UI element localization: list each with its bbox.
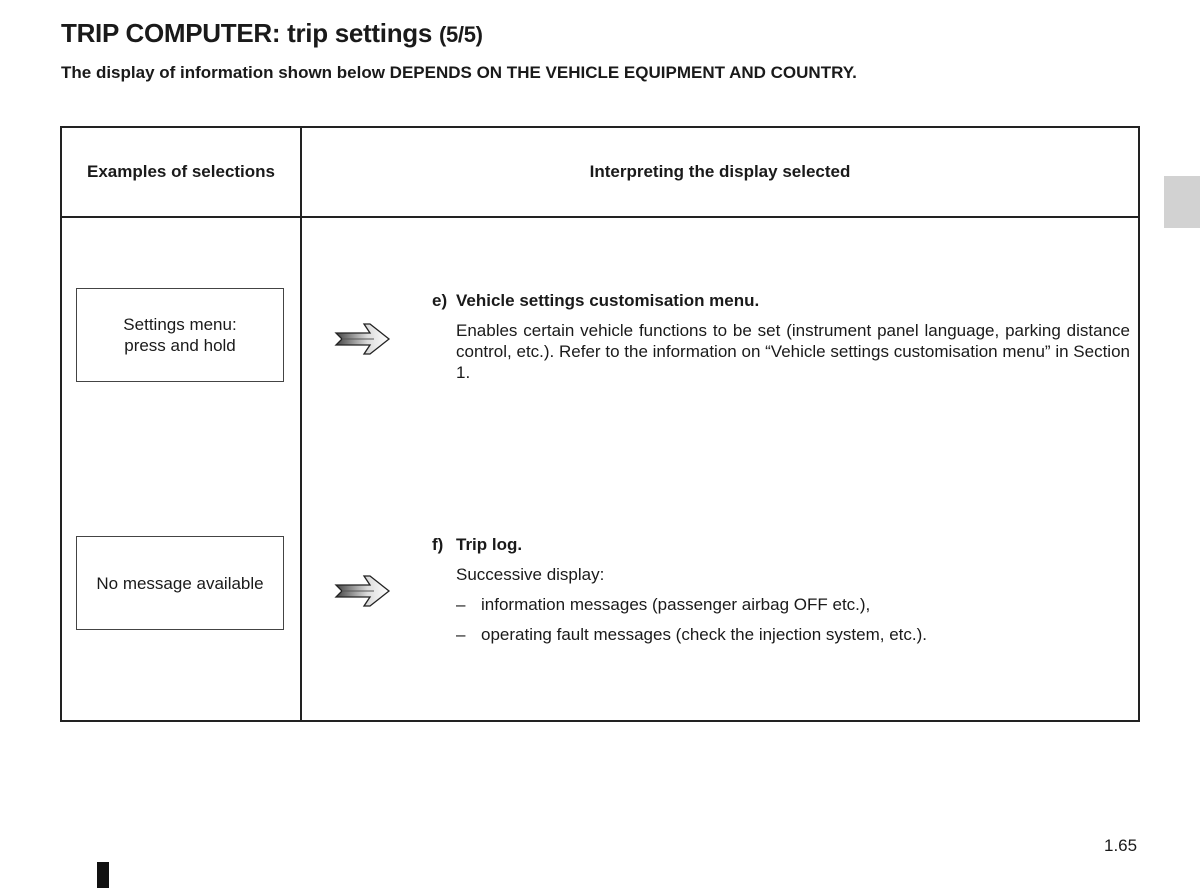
- item-vehicle-settings: e) Vehicle settings customisation menu. E…: [432, 290, 1130, 383]
- item-label: f): [432, 535, 444, 554]
- title-text: TRIP COMPUTER: trip settings: [61, 18, 439, 48]
- dash-bullet: –: [456, 625, 466, 644]
- selection-table: Examples of selections Interpreting the …: [60, 126, 1140, 722]
- double-arrow-right-icon: [334, 323, 391, 355]
- selection-box-settings-menu: Settings menu: press and hold: [76, 288, 284, 382]
- page-edge-marker: [97, 862, 109, 888]
- selections-cell: Settings menu: press and hold No message …: [60, 216, 302, 722]
- item-label: e): [432, 291, 448, 310]
- item-trip-log: f) Trip log. Successive display: – informa…: [432, 534, 1130, 645]
- double-arrow-right-icon: [334, 575, 391, 607]
- interpretation-cell: e) Vehicle settings customisation menu. E…: [300, 216, 1140, 722]
- table-header-row: Examples of selections Interpreting the …: [60, 126, 1140, 218]
- item-description: Successive display:: [456, 565, 605, 584]
- page-subtitle: The display of information shown below D…: [61, 63, 857, 82]
- selection-text: Settings menu:: [123, 315, 237, 334]
- selection-text: press and hold: [124, 336, 236, 355]
- bullet-item: – information messages (passenger airbag …: [456, 594, 1130, 615]
- section-tab-marker: [1164, 176, 1200, 228]
- title-part: (5/5): [438, 22, 483, 47]
- selection-box-no-message: No message available: [76, 536, 284, 630]
- selection-text: No message available: [96, 573, 264, 593]
- page-number: 1.65: [1104, 836, 1138, 855]
- item-description: Enables certain vehicle functions to be …: [456, 321, 1130, 382]
- column-header-selections: Examples of selections: [60, 126, 302, 218]
- dash-bullet: –: [456, 595, 466, 614]
- item-heading: Trip log.: [456, 535, 523, 554]
- bullet-item: – operating fault messages (check the inj…: [456, 624, 1130, 645]
- table-body-row: Settings menu: press and hold No message …: [60, 216, 1140, 722]
- bullet-text: operating fault messages (check the inje…: [481, 625, 927, 644]
- page-title: TRIP COMPUTER: trip settings (5/5): [61, 18, 483, 49]
- column-header-interpretation: Interpreting the display selected: [300, 126, 1140, 218]
- bullet-text: information messages (passenger airbag O…: [481, 595, 871, 614]
- item-heading: Vehicle settings customisation menu.: [456, 291, 760, 310]
